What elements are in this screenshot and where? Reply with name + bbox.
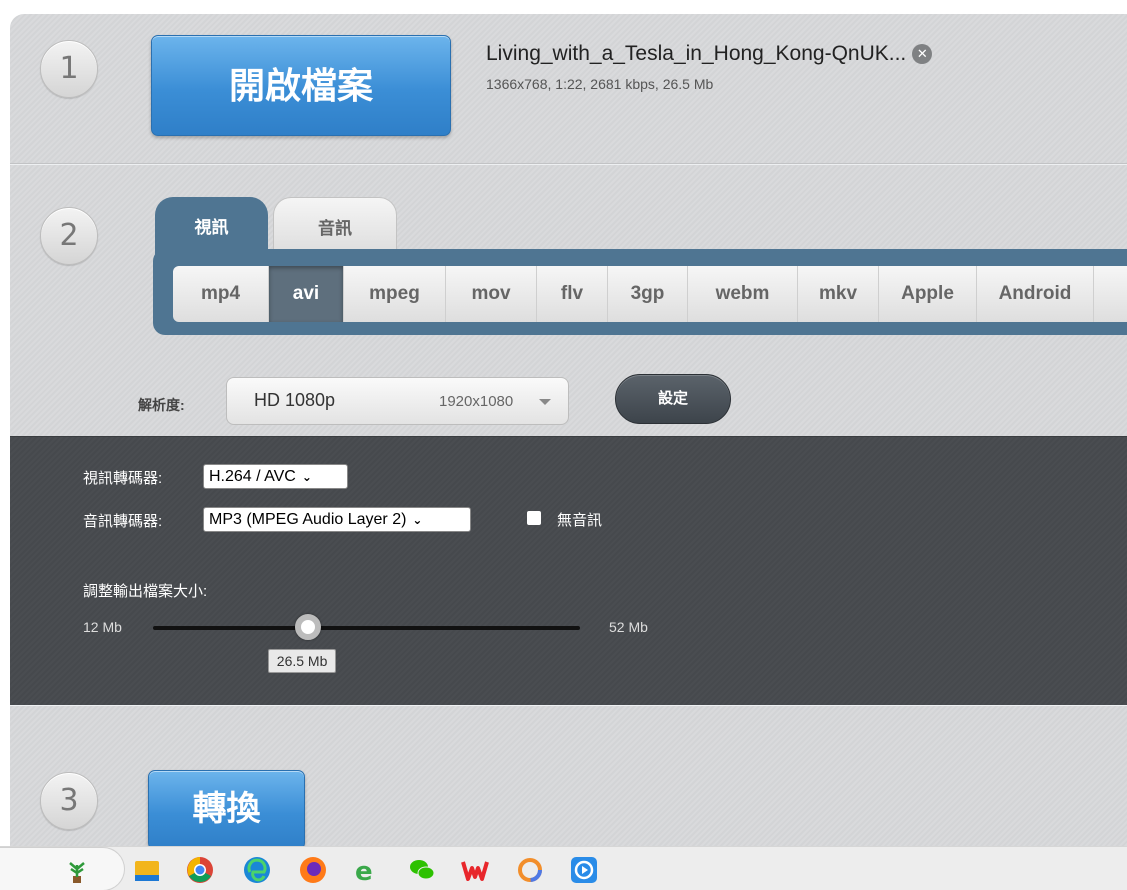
ie-icon[interactable]: e [350,855,380,885]
open-file-button[interactable]: 開啟檔案 [151,35,451,136]
format-mkv[interactable]: mkv [798,266,879,322]
wechat-icon[interactable] [407,855,437,885]
size-max-label: 52 Mb [609,619,648,635]
svg-text:e: e [355,857,373,885]
size-slider-track[interactable] [153,626,580,630]
format-bar: mp4 avi mpeg mov flv 3gp webm mkv Apple … [173,266,1127,322]
size-min-label: 12 Mb [83,619,122,635]
plant-app-icon[interactable] [62,855,92,885]
caret-down-icon [539,399,551,405]
size-slider-value: 26.5 Mb [267,649,337,673]
close-circle-icon[interactable]: ✕ [912,44,933,64]
step-2-section: 2 視訊 音訊 mp4 avi mpeg mov flv 3gp webm mk… [10,164,1127,706]
chevron-down-icon: ⌄ [301,470,312,484]
convert-button[interactable]: 轉換 [148,770,305,846]
edge-icon[interactable] [242,855,272,885]
resolution-dims: 1920x1080 [439,393,514,410]
resolution-select[interactable]: HD 1080p 1920x1080 [226,377,569,425]
file-name: Living_with_a_Tesla_in_Hong_Kong-QnUK... [486,42,907,65]
chevron-down-icon: ⌄ [412,513,423,527]
app-ring-icon[interactable] [515,855,545,885]
step-number-3: 3 [40,772,98,830]
file-explorer-icon[interactable] [132,855,162,885]
audio-codec-label: 音訊轉碼器: [83,513,163,530]
step-number-2: 2 [40,207,98,265]
file-meta: 1366x768, 1:22, 2681 kbps, 26.5 Mb [486,76,714,92]
step-1-section: 1 開啟檔案 Living_with_a_Tesla_in_Hong_Kong-… [10,14,1127,164]
wps-icon[interactable] [460,855,490,885]
format-mpeg[interactable]: mpeg [344,266,446,322]
output-size-label: 調整輸出檔案大小: [83,583,208,600]
settings-button[interactable]: 設定 [615,374,731,424]
file-name-row: Living_with_a_Tesla_in_Hong_Kong-QnUK...… [486,42,933,66]
format-3gp[interactable]: 3gp [608,266,688,322]
tab-audio[interactable]: 音訊 [273,197,397,257]
format-more[interactable] [1094,266,1127,322]
format-avi[interactable]: avi [269,266,344,322]
format-webm[interactable]: webm [688,266,798,322]
step-3-section: 3 轉換 [10,705,1127,846]
resolution-label: 解析度: [138,397,185,413]
video-codec-select[interactable]: H.264 / AVC ⌄ [203,464,348,489]
no-audio-label: 無音訊 [557,512,603,529]
firefox-icon[interactable] [298,855,328,885]
tab-video[interactable]: 視訊 [155,197,268,257]
chrome-icon[interactable] [185,855,215,885]
video-codec-value: H.264 / AVC [209,468,296,485]
audio-codec-select[interactable]: MP3 (MPEG Audio Layer 2) ⌄ [203,507,471,532]
remote-desktop-icon[interactable] [569,855,599,885]
format-flv[interactable]: flv [537,266,608,322]
no-audio-checkbox[interactable] [527,511,541,525]
converter-app: 1 開啟檔案 Living_with_a_Tesla_in_Hong_Kong-… [10,14,1127,846]
format-apple[interactable]: Apple [879,266,977,322]
size-slider-thumb[interactable] [294,614,321,640]
format-mp4[interactable]: mp4 [173,266,269,322]
format-android[interactable]: Android [977,266,1094,322]
format-mov[interactable]: mov [446,266,537,322]
resolution-name: HD 1080p [254,390,336,410]
format-panel: mp4 avi mpeg mov flv 3gp webm mkv Apple … [153,249,1127,335]
taskbar: e [0,846,1127,890]
step-number-1: 1 [40,40,98,98]
video-codec-label: 視訊轉碼器: [83,470,163,487]
advanced-settings-panel: 視訊轉碼器: H.264 / AVC ⌄ 音訊轉碼器: MP3 (MPEG Aud… [10,436,1127,706]
audio-codec-value: MP3 (MPEG Audio Layer 2) [209,511,407,528]
